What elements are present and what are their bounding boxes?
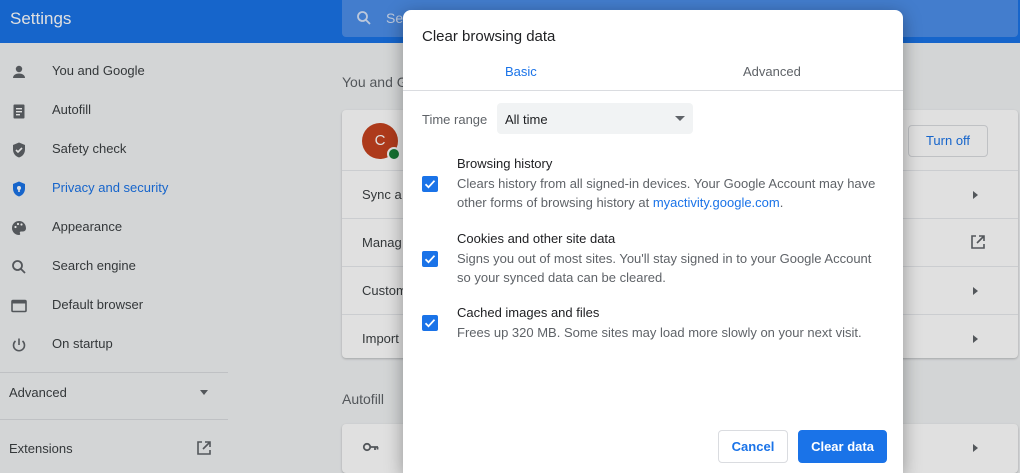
- dialog-title: Clear browsing data: [422, 28, 556, 45]
- tab-advanced[interactable]: Advanced: [743, 64, 801, 79]
- clear-data-button[interactable]: Clear data: [798, 430, 887, 463]
- cached-images-checkbox[interactable]: [422, 315, 438, 331]
- option-description: Signs you out of most sites. You'll stay…: [457, 251, 872, 285]
- checkmark-icon: [424, 180, 436, 189]
- option-description: Clears history from all signed-in device…: [457, 176, 876, 210]
- time-range-select[interactable]: All time: [497, 103, 693, 134]
- myactivity-link[interactable]: myactivity.google.com: [653, 195, 780, 210]
- time-range-label: Time range: [422, 112, 488, 127]
- checkmark-icon: [424, 319, 436, 328]
- option-title: Cached images and files: [457, 305, 600, 320]
- cookies-checkbox[interactable]: [422, 251, 438, 267]
- option-title: Browsing history: [457, 156, 553, 171]
- option-title: Cookies and other site data: [457, 231, 616, 246]
- cancel-button[interactable]: Cancel: [718, 430, 788, 463]
- tab-basic[interactable]: Basic: [505, 64, 537, 79]
- time-range-value: All time: [505, 112, 548, 127]
- checkmark-icon: [424, 255, 436, 264]
- browsing-history-checkbox[interactable]: [422, 176, 438, 192]
- option-description: Frees up 320 MB. Some sites may load mor…: [457, 325, 862, 340]
- clear-browsing-data-dialog: Clear browsing data Basic Advanced Time …: [403, 10, 903, 473]
- tab-divider: [403, 90, 903, 91]
- chevron-down-icon: [675, 116, 685, 121]
